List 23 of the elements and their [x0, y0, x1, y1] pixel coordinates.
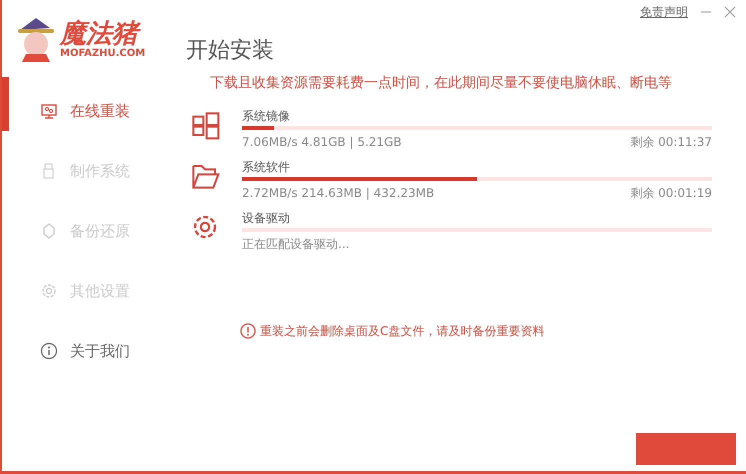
windows-grid-icon — [190, 110, 220, 140]
logo-domain: MOFAZHU.COM — [60, 48, 146, 60]
download-stats: 2.72MB/s 214.63MB | 432.23MB — [242, 185, 434, 201]
warning-text: 重装之前会删除桌面及C盘文件，请及时备份重要资料 — [260, 323, 544, 340]
disclaimer-link[interactable]: 免责声明 — [640, 3, 688, 21]
settings-icon — [40, 282, 58, 300]
pig-mascot-icon — [16, 16, 56, 64]
download-name: 系统软件 — [242, 159, 291, 175]
sidebar-item[interactable]: 在线重装 — [70, 100, 130, 122]
remaining-time: 剩余 00:01:19 — [630, 185, 712, 201]
sidebar-item[interactable]: 关于我们 — [70, 340, 130, 362]
warning-icon — [240, 323, 256, 339]
close-icon[interactable] — [724, 6, 736, 18]
window-title: 开始安装 — [186, 37, 274, 65]
monitor-icon — [40, 102, 58, 120]
notice-text: 下载且收集资源需要耗费一点时间，在此期间尽量不要使电脑休眠、断电等 — [210, 74, 673, 93]
logo-text: 魔法猪 — [60, 20, 146, 48]
download-stats: 正在匹配设备驱动... — [242, 236, 350, 252]
remaining-time: 剩余 00:11:37 — [630, 134, 712, 150]
download-name: 系统镜像 — [242, 108, 291, 124]
download-stats: 7.06MB/s 4.81GB | 5.21GB — [242, 134, 402, 150]
info-icon — [40, 342, 58, 360]
download-name: 设备驱动 — [242, 210, 291, 226]
